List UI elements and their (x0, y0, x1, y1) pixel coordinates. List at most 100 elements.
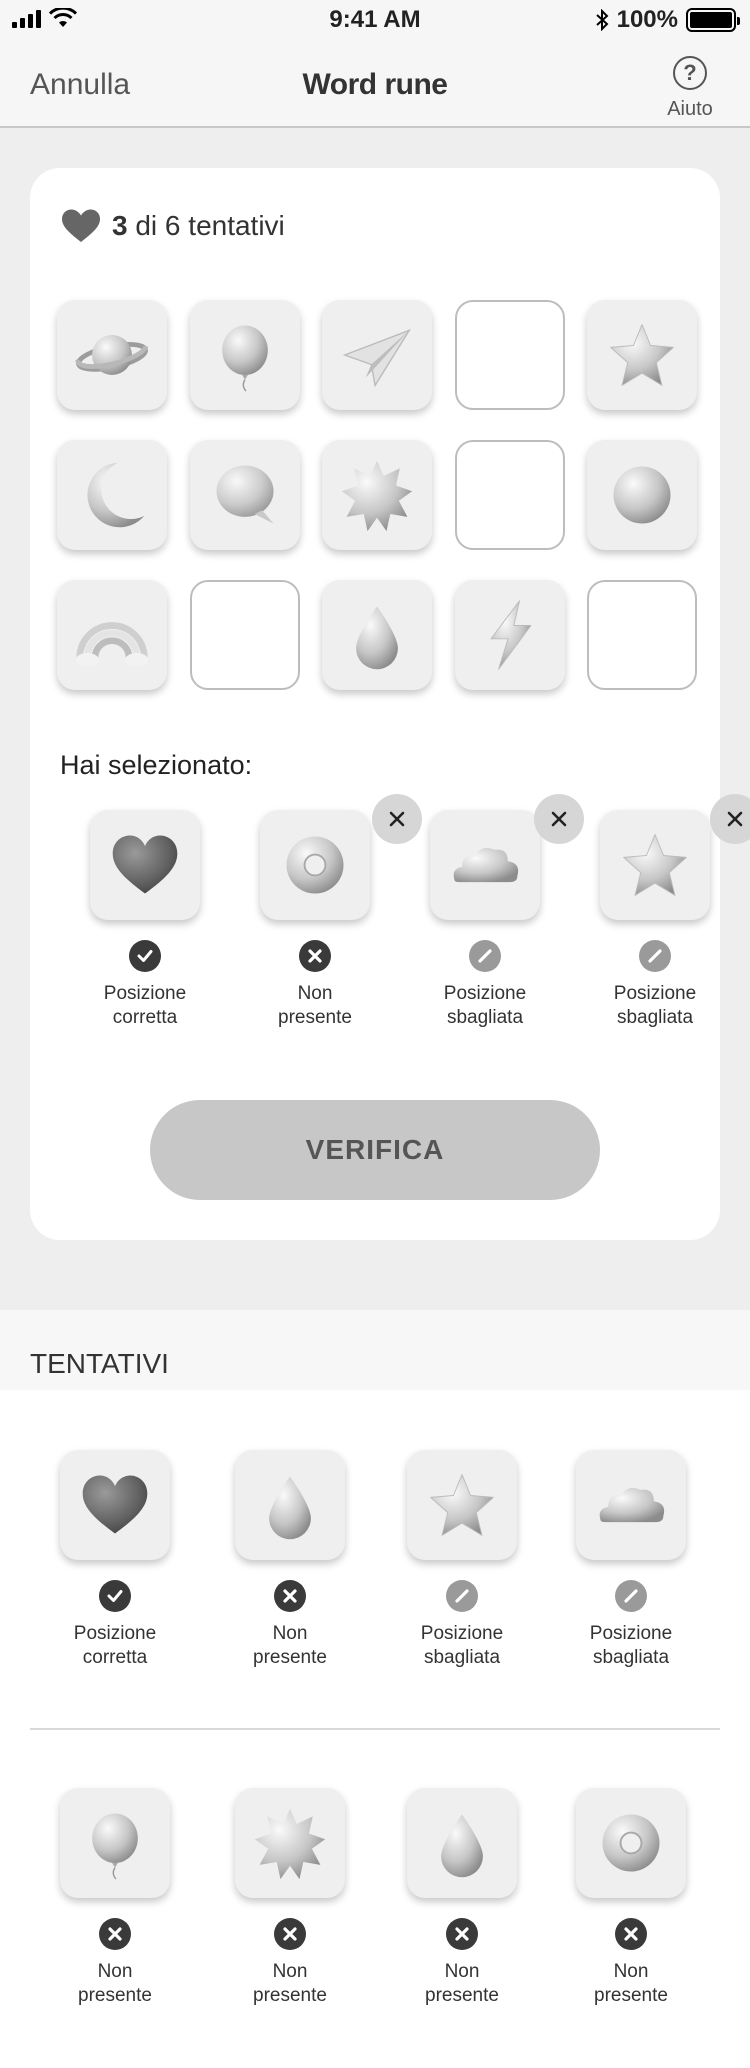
status-label: Posizione sbagliata (613, 983, 697, 1028)
lives-current: 3 (112, 210, 128, 241)
rainbow-icon (75, 622, 149, 667)
selected-rune-tile[interactable] (260, 810, 370, 920)
attempt-rune-tile (235, 1450, 345, 1560)
status-label: Non presente (78, 1961, 152, 2006)
rune-tile-sun[interactable] (322, 440, 432, 550)
selected-rune-tile[interactable] (430, 810, 540, 920)
rune-tile-balloon[interactable] (189, 300, 300, 410)
status-label: Non presente (253, 1623, 327, 1668)
attempt-rune: Non presente (377, 1788, 547, 2008)
balloon-icon (221, 325, 268, 392)
paper-plane-icon (342, 328, 412, 388)
attempt-rune: Non presente (205, 1450, 375, 1670)
attempt-row: Non presente Non presente Non presente N… (0, 1788, 750, 2038)
attempt-rune: Non presente (205, 1788, 375, 2008)
heart-icon (82, 1475, 148, 1534)
empty-slot[interactable] (587, 580, 697, 690)
correct-position-icon (99, 1580, 131, 1612)
battery-icon (686, 8, 740, 32)
correct-position-icon (129, 940, 161, 972)
rune-tile-moon[interactable] (57, 440, 167, 550)
drop-icon (356, 606, 398, 670)
balloon-icon (92, 1813, 138, 1880)
not-present-icon (299, 940, 331, 972)
close-icon (551, 811, 567, 827)
battery-percent: 100% (616, 6, 678, 33)
sphere-icon (613, 466, 671, 524)
attempt-rune: Posizione sbagliata (546, 1450, 716, 1670)
wrong-position-icon (639, 940, 671, 972)
attempts-list: Posizione corretta Non presente Posizion… (0, 1390, 750, 2068)
bluetooth-icon (595, 9, 609, 31)
moon-icon (87, 462, 145, 528)
page-title: Word rune (302, 68, 448, 101)
help-button[interactable]: ? Aiuto (660, 56, 720, 121)
sun-icon (254, 1808, 326, 1880)
rune-grid-row (57, 440, 697, 550)
selected-rune-tile[interactable] (600, 810, 710, 920)
attempt-rune: Non presente (30, 1788, 200, 2008)
game-card: 3 di 6 tentativi Hai selezionato: Posizi… (30, 168, 750, 1240)
empty-slot[interactable] (189, 580, 300, 690)
attempt-rune-tile (407, 1788, 517, 1898)
lives-counter: 3 di 6 tentativi (60, 208, 285, 244)
rune-tile-speech-bubble[interactable] (189, 440, 300, 550)
cloud-icon (599, 1487, 665, 1523)
nav-bar: Annulla Word rune ? Aiuto (0, 42, 750, 128)
attempt-rune-tile (576, 1450, 686, 1560)
attempt-rune: Posizione corretta (30, 1450, 200, 1670)
status-right: 100% (595, 6, 740, 34)
rune-tile-drop[interactable] (322, 580, 432, 690)
selected-rune: Posizione sbagliata (400, 794, 584, 1030)
planet-icon (75, 335, 149, 375)
status-label: Non presente (253, 1961, 327, 2006)
star-icon (610, 324, 674, 386)
status-label: Posizione corretta (73, 1623, 157, 1668)
attempts-header: TENTATIVI (0, 1310, 750, 1390)
selected-rune-tile[interactable] (90, 810, 200, 920)
drop-icon (441, 1814, 483, 1878)
drop-icon (269, 1476, 311, 1540)
rune-tile-star[interactable] (587, 300, 697, 410)
attempt-rune: Posizione sbagliata (377, 1450, 547, 1670)
not-present-icon (274, 1918, 306, 1950)
selected-rune: Posizione sbagliata (570, 794, 750, 1030)
rune-tile-rainbow[interactable] (57, 580, 167, 690)
star-icon (623, 834, 687, 896)
rune-grid (57, 300, 697, 720)
lives-text: di 6 tentativi (135, 210, 285, 241)
wrong-position-icon (615, 1580, 647, 1612)
attempt-rune-tile (60, 1450, 170, 1560)
status-label: Non presente (594, 1961, 668, 2006)
speech-bubble-icon (216, 465, 273, 524)
selected-rune: Non presente (230, 794, 422, 1030)
rune-tile-planet[interactable] (57, 300, 167, 410)
attempt-rune-tile (235, 1788, 345, 1898)
attempt-rune-tile (60, 1788, 170, 1898)
close-icon (727, 811, 743, 827)
rune-tile-lightning[interactable] (454, 580, 565, 690)
verify-button[interactable]: VERIFICA (150, 1100, 600, 1200)
selected-rune: Posizione corretta (60, 810, 230, 1030)
attempt-rune: Non presente (546, 1788, 716, 2008)
attempts-divider (30, 1728, 720, 1730)
rune-tile-sphere[interactable] (587, 440, 697, 550)
empty-slot[interactable] (454, 300, 565, 410)
empty-slot[interactable] (454, 440, 565, 550)
help-label: Aiuto (667, 98, 713, 120)
status-label: Posizione sbagliata (443, 983, 527, 1028)
heart-icon (112, 835, 178, 894)
rune-tile-paper-plane[interactable] (322, 300, 432, 410)
status-label: Posizione corretta (103, 983, 187, 1028)
star-icon (430, 1474, 494, 1536)
sun-icon (341, 460, 413, 532)
wrong-position-icon (469, 940, 501, 972)
lightning-icon (490, 600, 531, 670)
status-label: Non presente (425, 1961, 499, 2006)
selected-runes: Posizione corretta Non presente Posizion… (30, 794, 750, 1050)
remove-selection-button[interactable] (710, 794, 750, 844)
donut-icon (602, 1814, 660, 1872)
not-present-icon (274, 1580, 306, 1612)
selected-title: Hai selezionato: (60, 750, 253, 780)
status-label: Posizione sbagliata (589, 1623, 673, 1668)
